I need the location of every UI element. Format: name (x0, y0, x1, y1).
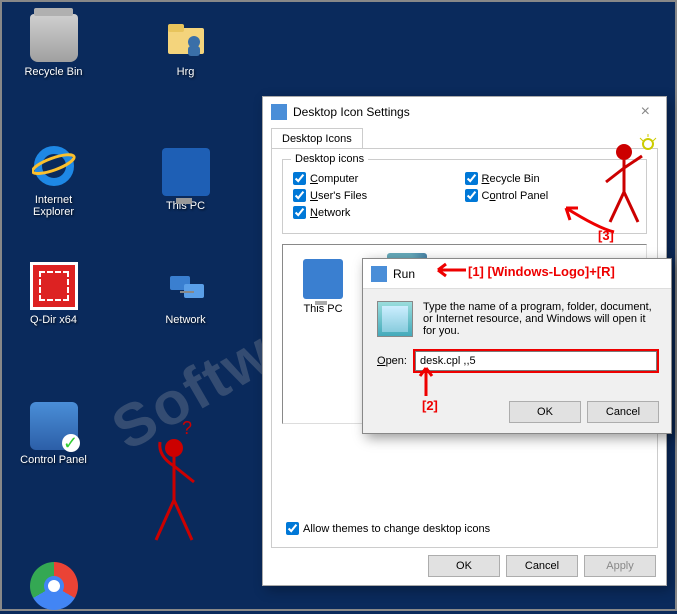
desktop-icon-qdir[interactable]: Q-Dir x64 (16, 262, 91, 326)
button-row: OK Cancel Apply (428, 555, 656, 577)
desktop-icon-label: Network (148, 314, 223, 326)
checkbox-input[interactable] (286, 522, 299, 535)
chrome-icon (30, 562, 78, 610)
desktop-icon-network[interactable]: Network (148, 262, 223, 326)
desktop-icon-recycle-bin[interactable]: Recycle Bin (16, 14, 91, 78)
window-icon (271, 104, 287, 120)
open-label: Open: (377, 355, 407, 367)
open-input[interactable] (415, 351, 657, 371)
checkbox-input[interactable] (465, 189, 478, 202)
desktop-icon-label: Q-Dir x64 (16, 314, 91, 326)
desktop-icon-control-panel[interactable]: Control Panel (16, 402, 91, 466)
ok-button[interactable]: OK (428, 555, 500, 577)
desktop-icon-hrg[interactable]: Hrg (148, 14, 223, 78)
this-pc-icon (162, 148, 210, 196)
preview-this-pc[interactable]: This PC (291, 253, 355, 315)
run-instruction: Type the name of a program, folder, docu… (423, 301, 657, 337)
ok-button[interactable]: OK (509, 401, 581, 423)
this-pc-icon (303, 259, 343, 299)
titlebar[interactable]: Run (363, 259, 671, 289)
checkbox-control-panel[interactable]: Control Panel (465, 189, 637, 202)
qdir-icon (30, 262, 78, 310)
checkbox-input[interactable] (465, 172, 478, 185)
checkbox-network[interactable]: Network (293, 206, 465, 219)
desktop-icon-label: Internet Explorer (16, 194, 91, 218)
checkbox-users-files[interactable]: User's Files (293, 189, 465, 202)
cancel-button[interactable]: Cancel (587, 401, 659, 423)
desktop-icon-label: Control Panel (16, 454, 91, 466)
desktop-icon-ie[interactable]: Internet Explorer (16, 142, 91, 218)
desktop-icon-label: Hrg (148, 66, 223, 78)
window-title: Run (393, 267, 415, 281)
checkbox-input[interactable] (293, 172, 306, 185)
run-window-icon (371, 266, 387, 282)
checkbox-input[interactable] (293, 189, 306, 202)
checkbox-recycle-bin[interactable]: Recycle Bin (465, 172, 637, 185)
tab-desktop-icons[interactable]: Desktop Icons (271, 128, 363, 149)
internet-explorer-icon (30, 142, 78, 190)
recycle-bin-icon (30, 14, 78, 62)
fieldset-legend: Desktop icons (291, 153, 368, 165)
cancel-button[interactable]: Cancel (506, 555, 578, 577)
window-title: Desktop Icon Settings (293, 105, 410, 119)
allow-themes-label: Allow themes to change desktop icons (303, 523, 490, 535)
desktop-icons-fieldset: Desktop icons Computer User's Files Netw… (282, 159, 647, 234)
control-panel-icon (30, 402, 78, 450)
checkbox-input[interactable] (293, 206, 306, 219)
apply-button[interactable]: Apply (584, 555, 656, 577)
run-icon (377, 301, 413, 337)
network-icon (162, 262, 210, 310)
checkbox-computer[interactable]: Computer (293, 172, 465, 185)
checkbox-allow-themes[interactable]: Allow themes to change desktop icons (286, 522, 490, 535)
desktop-icon-label: Recycle Bin (16, 66, 91, 78)
button-row: OK Cancel (509, 393, 659, 423)
desktop-icon-chrome[interactable] (16, 562, 91, 614)
desktop-icon-this-pc[interactable]: This PC (148, 142, 223, 212)
run-dialog: Run Type the name of a program, folder, … (362, 258, 672, 434)
titlebar[interactable]: Desktop Icon Settings × (263, 97, 666, 127)
close-button[interactable]: × (633, 103, 658, 121)
user-folder-icon (162, 14, 210, 62)
